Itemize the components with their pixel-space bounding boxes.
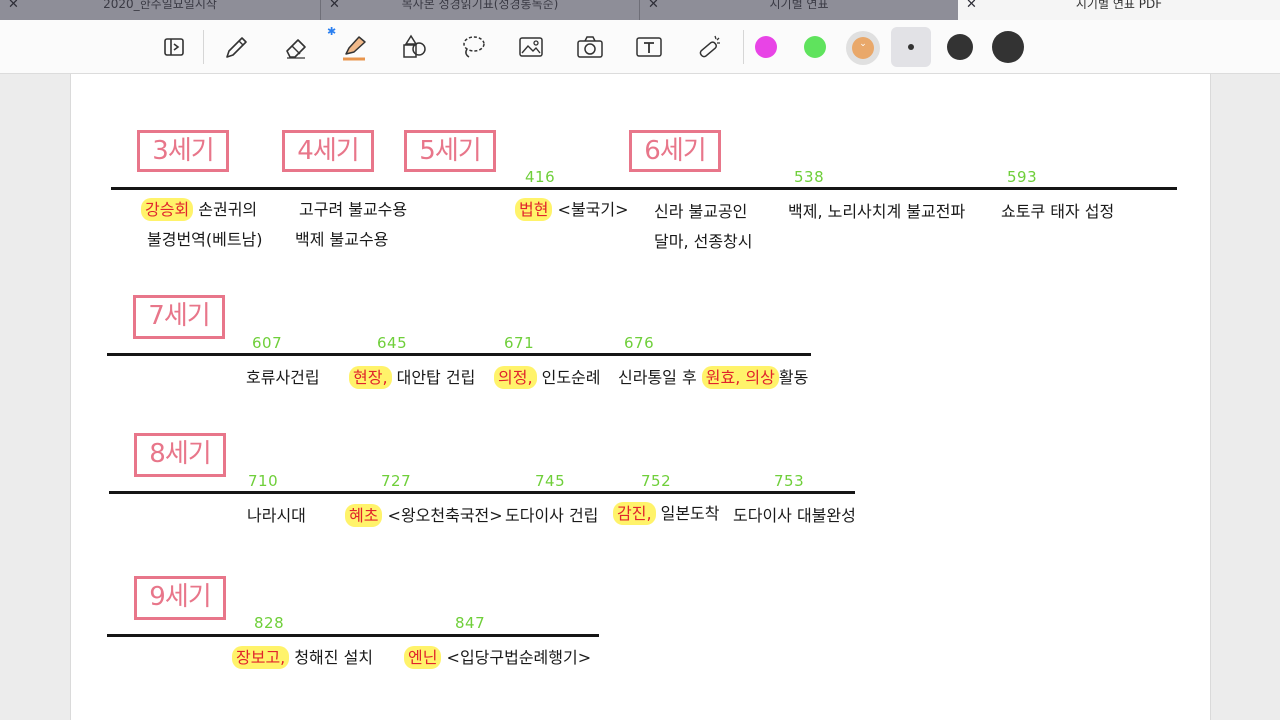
timeline-line [107,634,599,637]
camera-icon[interactable] [573,30,607,64]
event-note: 신라통일 후 원효, 의상 활동 [618,366,809,389]
event-note: 쇼토쿠 태자 섭정 [1001,202,1115,221]
tab-label: 시기별 연표 [769,0,829,11]
year-label: 710 [248,472,279,490]
century-box: 9세기 [134,576,226,620]
event-note: 혜초 <왕오천축국전> [345,502,503,527]
text-icon[interactable] [632,30,666,64]
year-label: 745 [535,472,566,490]
shapes-icon[interactable] [397,30,431,64]
event-note: 도다이사 대불완성 [733,506,856,525]
event-note: 엔닌 <입당구법순례행기> [404,644,591,669]
notebook-page[interactable]: 3세기 4세기 5세기 6세기 416 538 593 강승회 손권귀의 불경번… [70,74,1211,720]
year-label: 828 [254,614,285,632]
page-sidebar-icon[interactable] [157,30,191,64]
year-label: 593 [1007,168,1038,186]
laser-pointer-icon[interactable] [692,30,726,64]
year-label: 753 [774,472,805,490]
tab-label: 복사본 성경읽기표(성경통독순) [401,0,559,11]
event-note: 장보고, 청해진 설치 [232,644,373,669]
color-swatch-magenta[interactable] [755,36,777,58]
event-note: 현장, 대안탑 건립 [349,364,475,389]
toolbar-divider [203,30,204,64]
century-box: 4세기 [282,130,374,172]
lasso-icon[interactable] [456,30,490,64]
timeline-line [107,353,811,356]
eraser-icon[interactable] [279,30,313,64]
tab-label: 2020_한주일묘일시작 [103,0,217,11]
year-label: 538 [794,168,825,186]
tab-document-1[interactable]: ✕ 2020_한주일묘일시작 [0,0,320,20]
event-note: 고구려 불교수용 [299,200,408,219]
event-note: 도다이사 건립 [505,506,599,525]
year-label: 671 [504,334,535,352]
century-box: 8세기 [134,433,226,477]
toolbar-divider [743,30,744,64]
timeline-line [109,491,855,494]
year-label: 676 [624,334,655,352]
stroke-size-large[interactable] [992,31,1024,63]
century-box: 5세기 [404,130,496,172]
color-swatch-green[interactable] [804,36,826,58]
event-note: 법현 <불국기> [515,196,629,221]
event-note: 감진, 일본도착 [613,500,720,525]
bluetooth-icon: ✱ [327,25,337,38]
tab-document-4-active[interactable]: ✕ 시기별 연표 PDF [958,0,1280,20]
year-label: 727 [381,472,412,490]
year-label: 847 [455,614,486,632]
pen-icon[interactable] [219,30,253,64]
timeline-line [111,187,1177,190]
event-note: 나라시대 [247,506,306,525]
event-note: 백제, 노리사치계 불교전파 [788,202,966,221]
century-box: 6세기 [629,130,721,172]
color-swatch-orange-selected[interactable]: ⌄ [846,31,880,65]
year-label: 645 [377,334,408,352]
year-label: 607 [252,334,283,352]
stroke-dot-icon [908,44,914,50]
event-note: 호류사건립 [246,368,320,387]
image-icon[interactable] [514,30,548,64]
tab-label: 시기별 연표 PDF [1075,0,1163,11]
event-note: 불경번역(베트남) [147,230,263,249]
toolbar: ✱ ⌄ [0,20,1280,74]
year-label: 752 [641,472,672,490]
tab-document-3[interactable]: ✕ 시기별 연표 [640,0,958,20]
event-note: 달마, 선종창시 [654,232,753,251]
event-note: 신라 불교공인 [654,202,748,221]
century-box: 7세기 [133,295,225,339]
stroke-size-small-selected[interactable] [891,27,931,67]
highlighter-icon[interactable] [337,30,371,64]
century-box: 3세기 [137,130,229,172]
event-note: 의정, 인도순례 [494,364,601,389]
event-note: 강승회 손권귀의 [141,196,257,221]
tab-bar: ✕ 2020_한주일묘일시작 ✕ 복사본 성경읽기표(성경통독순) ✕ 시기별 … [0,0,1280,20]
tab-document-2[interactable]: ✕ 복사본 성경읽기표(성경통독순) [321,0,639,20]
year-label: 416 [525,168,556,186]
event-note: 백제 불교수용 [295,230,389,249]
chevron-down-icon: ⌄ [859,39,867,49]
stroke-size-medium[interactable] [947,34,973,60]
